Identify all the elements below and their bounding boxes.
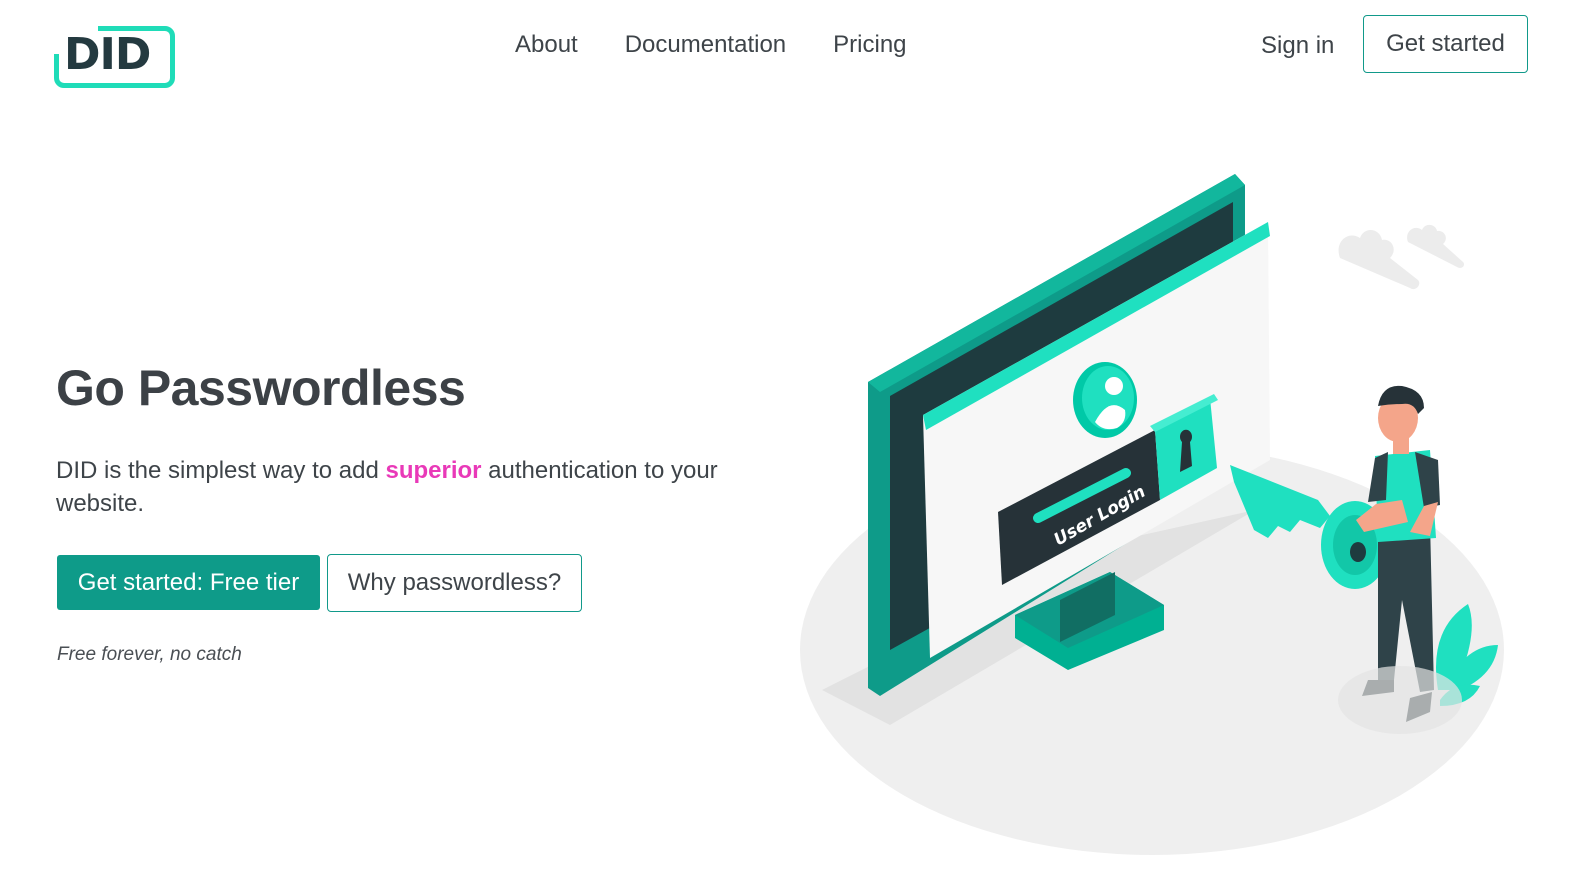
- user-avatar-icon: [1073, 362, 1137, 438]
- did-logo[interactable]: DID: [48, 20, 175, 88]
- hero-desc-start: DID is the simplest way to add: [56, 457, 386, 484]
- logo-text: DID: [64, 29, 151, 80]
- nav-link-about[interactable]: About: [515, 28, 578, 62]
- passwordless-login-illustration: User Login: [800, 174, 1504, 855]
- hero-description: DID is the simplest way to add superior …: [56, 454, 776, 520]
- get-started-nav-button[interactable]: Get started: [1363, 15, 1528, 73]
- plant-shadow: [1338, 666, 1462, 734]
- sign-in-link[interactable]: Sign in: [1261, 29, 1334, 63]
- nav-link-pricing[interactable]: Pricing: [833, 28, 906, 62]
- get-started-free-tier-button[interactable]: Get started: Free tier: [57, 555, 320, 610]
- why-passwordless-button[interactable]: Why passwordless?: [327, 554, 582, 612]
- cloud-icon: [1338, 224, 1465, 290]
- hero-desc-highlight: superior: [385, 457, 482, 484]
- hero-title: Go Passwordless: [56, 360, 466, 416]
- free-forever-note: Free forever, no catch: [57, 644, 242, 665]
- nav-link-documentation[interactable]: Documentation: [625, 28, 786, 62]
- main-nav: About Documentation Pricing: [515, 28, 907, 62]
